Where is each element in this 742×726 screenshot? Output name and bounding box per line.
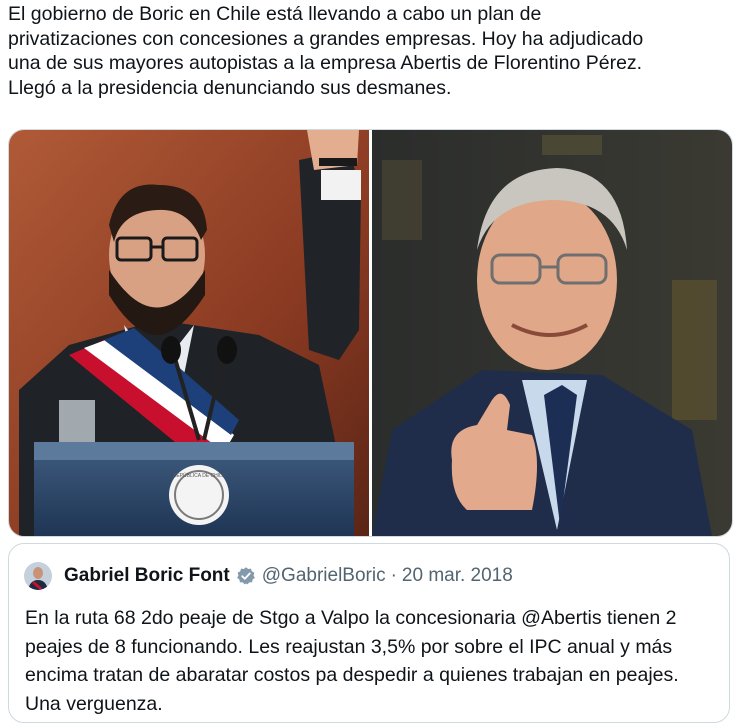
- avatar[interactable]: [24, 562, 52, 590]
- tweet-text: El gobierno de Boric en Chile está lleva…: [8, 3, 644, 99]
- quoted-author-handle[interactable]: @GabrielBoric: [262, 565, 386, 587]
- quoted-tweet-header: Gabriel Boric Font @GabrielBoric · 20 ma…: [24, 562, 513, 590]
- quoted-tweet-text: En la ruta 68 2do peaje de Stgo a Valpo …: [25, 607, 679, 715]
- quoted-tweet[interactable]: Gabriel Boric Font @GabrielBoric · 20 ma…: [8, 543, 730, 723]
- boric-photo[interactable]: REPÚBLICA DE CHILE: [9, 130, 369, 536]
- podium-seal-text: REPÚBLICA DE CHILE: [173, 472, 226, 479]
- separator-dot: ·: [390, 565, 397, 586]
- quoted-tweet-date[interactable]: 20 mar. 2018: [402, 565, 513, 587]
- quoted-author-name[interactable]: Gabriel Boric Font: [64, 565, 230, 587]
- perez-photo[interactable]: [372, 130, 732, 536]
- verified-badge-icon: [236, 567, 255, 585]
- tweet-media[interactable]: REPÚBLICA DE CHILE: [8, 129, 733, 537]
